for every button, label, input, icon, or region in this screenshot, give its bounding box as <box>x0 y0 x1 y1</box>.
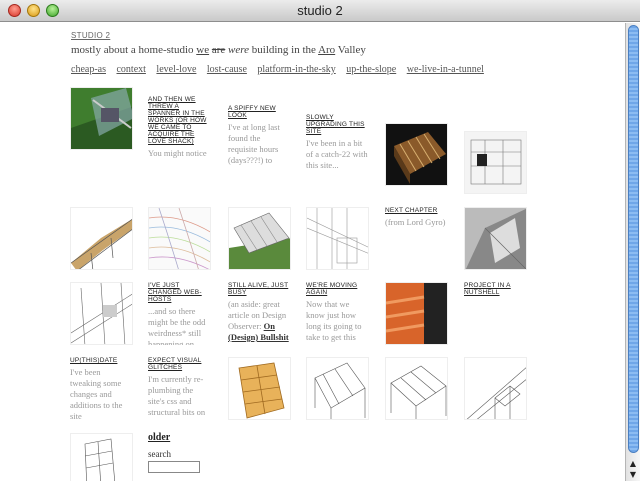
category-nav: cheap-as context level-love lost-cause p… <box>71 64 492 75</box>
thumbnail-green-model[interactable] <box>228 207 291 270</box>
thumbnail-cross-section[interactable] <box>70 207 133 270</box>
window-titlebar: studio 2 <box>0 0 640 22</box>
nav-link-up-the-slope[interactable]: up-the-slope <box>346 64 396 75</box>
post-excerpt: Now that we know just how long its going… <box>306 299 362 342</box>
search-label: search <box>148 449 171 459</box>
thumbnail-grey-render[interactable] <box>464 207 527 270</box>
thumbnail-linework-2[interactable] <box>385 357 448 420</box>
tagline-part: mostly about a home-studio <box>71 44 197 56</box>
post-excerpt: I've at long last found the requisite ho… <box>228 122 280 165</box>
post-card[interactable]: EXPECT VISUAL GLITCHES I'm currently re-… <box>148 357 211 420</box>
nav-link-context[interactable]: context <box>116 64 145 75</box>
thumbnail-perspective-sketch[interactable] <box>306 207 369 270</box>
site-title-link[interactable]: STUDIO 2 <box>71 31 110 40</box>
post-card[interactable]: A SPIFFY NEW LOOK I've at long last foun… <box>228 105 291 168</box>
thumbnail-orange-stairs[interactable] <box>385 282 448 345</box>
search-input[interactable] <box>148 461 200 473</box>
post-card[interactable]: AND THEN WE THREW A SPANNER IN THE WORKS… <box>148 96 211 159</box>
page-content: STUDIO 2 mostly about a home-studio we a… <box>0 23 624 481</box>
nav-link-cheap-as[interactable]: cheap-as <box>71 64 106 75</box>
thumbnail-colour-lines[interactable] <box>148 207 211 270</box>
post-card[interactable]: WE'RE MOVING AGAIN Now that we know just… <box>306 282 369 345</box>
tagline-are: are <box>211 44 226 56</box>
tagline-part: building in the <box>249 44 319 56</box>
thumbnail-linework-4[interactable] <box>70 433 133 481</box>
post-heading[interactable]: A SPIFFY NEW LOOK <box>228 105 291 119</box>
post-excerpt: You might notice that its been a <box>148 148 207 158</box>
nav-link-we-live-in-a-tunnel[interactable]: we-live-in-a-tunnel <box>407 64 484 75</box>
post-card[interactable]: STILL ALIVE, JUST BUSY (an aside: great … <box>228 282 291 345</box>
post-heading[interactable]: SLOWLY UPGRADING THIS SITE <box>306 114 369 135</box>
thumbnail-photo-green[interactable] <box>70 87 133 150</box>
post-heading[interactable]: I'VE JUST CHANGED WEB-HOSTS <box>148 282 211 303</box>
tagline-part: Valley <box>335 44 366 56</box>
post-card[interactable]: NEXT CHAPTER (from Lord Gyro) <box>385 207 448 270</box>
older-posts-link[interactable]: older <box>148 432 170 443</box>
post-excerpt: I'm currently re-plumbing the site's css… <box>148 374 206 417</box>
nav-link-level-love[interactable]: level-love <box>156 64 196 75</box>
vertical-scrollbar[interactable]: ▲ ▼ <box>625 23 640 481</box>
post-card[interactable]: I'VE JUST CHANGED WEB-HOSTS ...and so th… <box>148 282 211 345</box>
nav-link-platform-in-the-sky[interactable]: platform-in-the-sky <box>257 64 335 75</box>
post-heading[interactable]: WE'RE MOVING AGAIN <box>306 282 369 296</box>
tagline-aro-link[interactable]: Aro <box>318 44 335 56</box>
post-excerpt: I've been tweaking some changes and addi… <box>70 367 123 420</box>
post-heading[interactable]: PROJECT IN A NUTSHELL <box>464 282 527 296</box>
post-card[interactable]: PROJECT IN A NUTSHELL <box>464 282 527 345</box>
tagline-were: were <box>228 44 250 56</box>
thumbnail-sketch-plan[interactable] <box>464 131 527 194</box>
post-excerpt: (from Lord Gyro) <box>385 217 446 227</box>
thumbnail-render-frame[interactable] <box>385 123 448 186</box>
post-heading[interactable]: STILL ALIVE, JUST BUSY <box>228 282 291 296</box>
post-card[interactable]: UP(THIS)DATE I've been tweaking some cha… <box>70 357 133 420</box>
thumbnail-wire-model[interactable] <box>70 282 133 345</box>
tagline: mostly about a home-studio we are were b… <box>71 44 366 56</box>
post-heading[interactable]: AND THEN WE THREW A SPANNER IN THE WORKS… <box>148 96 211 145</box>
tagline-we: we <box>196 44 210 56</box>
nav-link-lost-cause[interactable]: lost-cause <box>207 64 247 75</box>
scrollbar-thumb[interactable] <box>628 25 639 453</box>
post-excerpt: ...and so there might be the odd weirdne… <box>148 306 206 345</box>
scroll-up-arrow-icon[interactable]: ▲ <box>626 459 640 469</box>
post-card[interactable]: SLOWLY UPGRADING THIS SITE I've been in … <box>306 114 369 177</box>
post-excerpt: (an aside: great article on Design Obser… <box>228 299 287 331</box>
post-heading[interactable]: NEXT CHAPTER <box>385 207 448 214</box>
post-heading[interactable]: EXPECT VISUAL GLITCHES <box>148 357 211 371</box>
thumbnail-timber-frame[interactable] <box>228 357 291 420</box>
thumbnail-linework-1[interactable] <box>306 357 369 420</box>
post-heading[interactable]: UP(THIS)DATE <box>70 357 133 364</box>
thumbnail-linework-3[interactable] <box>464 357 527 420</box>
window-title: studio 2 <box>297 3 343 18</box>
scroll-down-arrow-icon[interactable]: ▼ <box>626 470 640 480</box>
post-excerpt: I've been in a bit of a catch-22 with th… <box>306 138 368 170</box>
